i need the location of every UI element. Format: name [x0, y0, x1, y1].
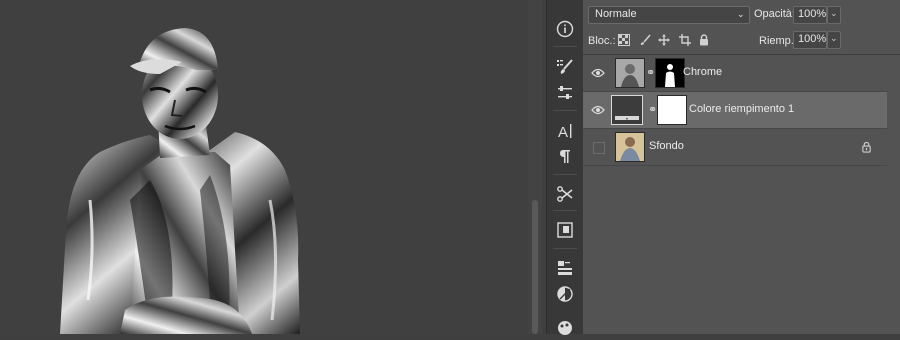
visibility-toggle-off[interactable]: [593, 142, 605, 154]
fill-value: 100%: [798, 33, 827, 45]
panel-icons-column: A: [546, 0, 584, 335]
blend-mode-select[interactable]: Normale ⌄: [588, 6, 750, 24]
mask-link-icon[interactable]: ⚭: [646, 66, 655, 80]
tool-preset-icon[interactable]: [553, 182, 577, 206]
chevron-down-icon: ⌄: [830, 33, 838, 43]
svg-text:A: A: [558, 124, 568, 140]
layer-name: Colore riempimento 1: [689, 103, 795, 115]
chrome-portrait-image: [60, 28, 300, 334]
fill-field[interactable]: 100%: [793, 31, 827, 49]
chevron-down-icon: ⌄: [737, 9, 745, 19]
mask-link-icon[interactable]: ⚭: [648, 103, 657, 117]
blend-mode-value: Normale: [595, 8, 637, 20]
visibility-eye-icon[interactable]: [591, 67, 605, 79]
character-icon[interactable]: A: [553, 119, 577, 143]
layer-row-sfondo[interactable]: Sfondo: [583, 129, 887, 166]
lock-label: Bloc.:: [588, 35, 616, 47]
opacity-field[interactable]: 100%: [793, 6, 827, 24]
opacity-dropdown-button[interactable]: ⌄: [827, 6, 841, 24]
layer-name: Chrome: [683, 66, 723, 78]
layer-locked-icon: [862, 141, 871, 153]
layer-comps-icon[interactable]: [553, 256, 577, 280]
styles-icon[interactable]: [553, 316, 577, 340]
document-canvas[interactable]: [0, 0, 528, 334]
layer-thumbnail: [615, 132, 645, 162]
layer-mask-thumbnail: [655, 58, 685, 88]
lock-image-pixels-icon[interactable]: [639, 34, 651, 46]
layer-lock-row: Bloc.: Riemp.:: [583, 28, 900, 52]
scrollbar-thumb[interactable]: [532, 200, 538, 334]
adjust-icon[interactable]: [553, 81, 577, 105]
layer-row-chrome[interactable]: ⚭ Chrome: [583, 55, 887, 92]
chevron-down-icon: ⌄: [830, 8, 838, 18]
lock-artboard-icon[interactable]: [679, 34, 691, 46]
lock-all-icon[interactable]: [698, 34, 710, 46]
layer-mask-thumbnail: [657, 95, 687, 125]
paragraph-icon[interactable]: [553, 144, 577, 168]
adjustments-icon[interactable]: [553, 282, 577, 306]
layer-thumbnail: [615, 58, 645, 88]
fill-layer-thumbnail: [611, 95, 643, 125]
opacity-label: Opacità:: [754, 8, 795, 20]
layer-name: Sfondo: [649, 140, 684, 152]
layer-row-colore-riempimento[interactable]: ⚭ Colore riempimento 1: [583, 92, 887, 129]
fill-label: Riemp.:: [759, 35, 797, 47]
layer-blend-row: Normale ⌄ Opacità: 100% ⌄: [583, 0, 900, 28]
canvas-vertical-scrollbar[interactable]: [528, 0, 542, 334]
fill-dropdown-button[interactable]: ⌄: [827, 31, 841, 49]
opacity-value: 100%: [798, 8, 827, 20]
layers-panel: Normale ⌄ Opacità: 100% ⌄ Bloc.: Riemp.:…: [583, 0, 900, 334]
lock-transparent-pixels-icon[interactable]: [618, 34, 630, 46]
brush-preset-icon[interactable]: [553, 55, 577, 79]
lock-position-icon[interactable]: [658, 34, 670, 46]
navigator-icon[interactable]: [553, 218, 577, 242]
visibility-eye-icon[interactable]: [591, 104, 605, 116]
info-icon[interactable]: [553, 17, 577, 41]
